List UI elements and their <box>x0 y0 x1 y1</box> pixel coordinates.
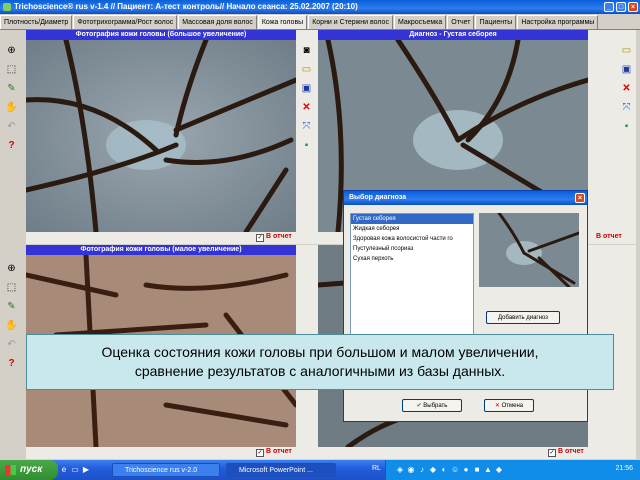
right-tools-top: ▭ ▣ ✕ ⤧ ▪ <box>620 44 634 139</box>
tray-icon[interactable]: ● <box>462 465 470 474</box>
report-label: В отчет <box>266 233 292 240</box>
report-label: В отчет <box>266 448 292 455</box>
app-icon <box>3 3 11 11</box>
caption-box: Оценка состояния кожи головы при большом… <box>26 334 614 390</box>
close-button[interactable]: × <box>628 2 638 12</box>
antivirus-icon[interactable]: ◉ <box>407 465 415 474</box>
diagnosis-thumbnail <box>479 213 579 287</box>
minimize-button[interactable]: _ <box>604 2 614 12</box>
panel-footer: ✓ В отчет <box>318 447 618 459</box>
crosshair-icon[interactable]: ⊕ <box>5 44 18 57</box>
network-icon[interactable]: ◈ <box>396 465 404 474</box>
list-item[interactable]: Густая себорея <box>351 214 473 224</box>
start-button[interactable]: пуск <box>0 460 58 480</box>
folder-icon[interactable]: ▭ <box>620 44 633 57</box>
tab-report[interactable]: Отчет <box>447 15 475 29</box>
desktop-icon[interactable]: ▭ <box>71 465 79 474</box>
tab-bar: Плотность/Диаметр Фототрихограмма/Рост в… <box>0 15 640 30</box>
cancel-icon: ✕ <box>494 403 502 409</box>
report-checkbox[interactable]: ✓ <box>256 234 264 242</box>
pipette-icon[interactable]: ✎ <box>5 300 18 313</box>
caption-line-2: сравнение результатов с аналогичными из … <box>134 363 506 379</box>
panel-title: Фотография кожи головы (малое увеличение… <box>26 245 296 255</box>
left-tools-bottom: ⊕ ⬚ ✎ ✋ ↶ ? <box>5 262 19 376</box>
window-title: Trichoscience® rus v-1.4 // Пациент: А-т… <box>14 2 358 11</box>
security-icon[interactable]: ◆ <box>429 465 437 474</box>
fit-icon[interactable]: ⤧ <box>300 120 313 133</box>
panel-title: Фотография кожи головы (большое увеличен… <box>26 30 296 40</box>
select-region-icon[interactable]: ⬚ <box>5 63 18 76</box>
messenger-icon[interactable]: ☺ <box>451 465 459 474</box>
dialog-title-bar: Выбор диагноза × <box>344 191 587 205</box>
select-button-label: Выбрать <box>423 403 448 409</box>
tab-settings[interactable]: Настройка программы <box>517 15 599 29</box>
panel-footer: ✓ В отчет <box>26 232 326 244</box>
maximize-button[interactable]: □ <box>616 2 626 12</box>
clock: 21:56 <box>615 465 633 472</box>
color-icon[interactable]: ▪ <box>620 120 633 133</box>
system-tray: RL ◈ ◉ ♪ ◆ ◐ ☺ ● ■ ▲ ◆ 21:56 <box>372 460 640 480</box>
tray-icon[interactable]: ◆ <box>495 465 503 474</box>
folder-icon[interactable]: ▭ <box>300 63 313 76</box>
help-icon[interactable]: ? <box>5 357 18 370</box>
tray-icon[interactable]: ■ <box>473 465 481 474</box>
volume-icon[interactable]: ♪ <box>418 465 426 474</box>
hand-icon[interactable]: ✋ <box>5 319 18 332</box>
ie-icon[interactable]: e <box>60 465 68 474</box>
list-item[interactable]: Здоровая кожа волосистой части го <box>351 234 473 244</box>
window-title-bar: Trichoscience® rus v-1.4 // Пациент: А-т… <box>0 0 640 14</box>
panel-footer: ✓ В отчет <box>26 447 326 459</box>
language-indicator[interactable]: RL <box>372 465 381 472</box>
tab-hair-mass[interactable]: Массовая доля волос <box>178 15 257 29</box>
add-diagnosis-button[interactable]: Добавить диагноз <box>486 311 560 324</box>
save-icon[interactable]: ▣ <box>620 63 633 76</box>
select-button[interactable]: ✔ Выбрать <box>402 399 462 412</box>
cancel-button[interactable]: ✕ Отмена <box>484 399 534 412</box>
tab-phototrichogram[interactable]: Фототрихограмма/Рост волос <box>73 15 178 29</box>
caption-line-1: Оценка состояния кожи головы при большом… <box>101 344 539 360</box>
tab-patients[interactable]: Пациенты <box>475 15 517 29</box>
update-icon[interactable]: ◐ <box>440 465 448 474</box>
report-label: В отчет <box>596 233 622 240</box>
pipette-icon[interactable]: ✎ <box>5 82 18 95</box>
tab-density[interactable]: Плотность/Диаметр <box>0 15 73 29</box>
panel-title: Диагноз - Густая себорея <box>318 30 588 40</box>
mid-tools-top: ◙ ▭ ▣ ✕ ⤧ ▪ <box>300 44 314 158</box>
media-icon[interactable]: ▶ <box>82 465 90 474</box>
start-label: пуск <box>20 464 43 475</box>
report-checkbox[interactable]: ✓ <box>256 449 264 457</box>
report-label: В отчет <box>558 448 584 455</box>
panel-high-magnification: Фотография кожи головы (большое увеличен… <box>26 30 344 244</box>
dialog-close-button[interactable]: × <box>575 193 585 203</box>
cancel-button-label: Отмена <box>501 403 524 409</box>
help-icon[interactable]: ? <box>5 139 18 152</box>
fit-icon[interactable]: ⤧ <box>620 101 633 114</box>
scalp-photo-high[interactable] <box>26 40 296 232</box>
tab-scalp[interactable]: Кожа головы <box>257 15 308 29</box>
taskbar: пуск e ▭ ▶ Trichoscience rus v-2.0 Micro… <box>0 460 640 480</box>
task-trichoscience[interactable]: Trichoscience rus v-2.0 <box>112 463 220 477</box>
list-item[interactable]: Сухая перхоть <box>351 254 473 264</box>
list-item[interactable]: Жидкая себорея <box>351 224 473 234</box>
delete-icon[interactable]: ✕ <box>620 82 633 95</box>
task-powerpoint[interactable]: Microsoft PowerPoint ... <box>226 463 336 477</box>
list-item[interactable]: Пустулезный псориаз <box>351 244 473 254</box>
tray-icon[interactable]: ▲ <box>484 465 492 474</box>
undo-icon[interactable]: ↶ <box>5 338 18 351</box>
save-icon[interactable]: ▣ <box>300 82 313 95</box>
tab-roots[interactable]: Корни и Стержни волос <box>308 15 393 29</box>
select-region-icon[interactable]: ⬚ <box>5 281 18 294</box>
color-icon[interactable]: ▪ <box>300 139 313 152</box>
undo-icon[interactable]: ↶ <box>5 120 18 133</box>
dialog-title: Выбор диагноза <box>349 194 407 201</box>
delete-icon[interactable]: ✕ <box>300 101 313 114</box>
tab-macro[interactable]: Макросъемка <box>393 15 447 29</box>
hand-icon[interactable]: ✋ <box>5 101 18 114</box>
quick-launch: e ▭ ▶ <box>60 460 100 480</box>
crosshair-icon[interactable]: ⊕ <box>5 262 18 275</box>
windows-flag-icon <box>5 465 16 475</box>
left-tools-top: ⊕ ⬚ ✎ ✋ ↶ ? <box>5 44 19 158</box>
report-checkbox[interactable]: ✓ <box>548 449 556 457</box>
camera-icon[interactable]: ◙ <box>300 44 313 57</box>
